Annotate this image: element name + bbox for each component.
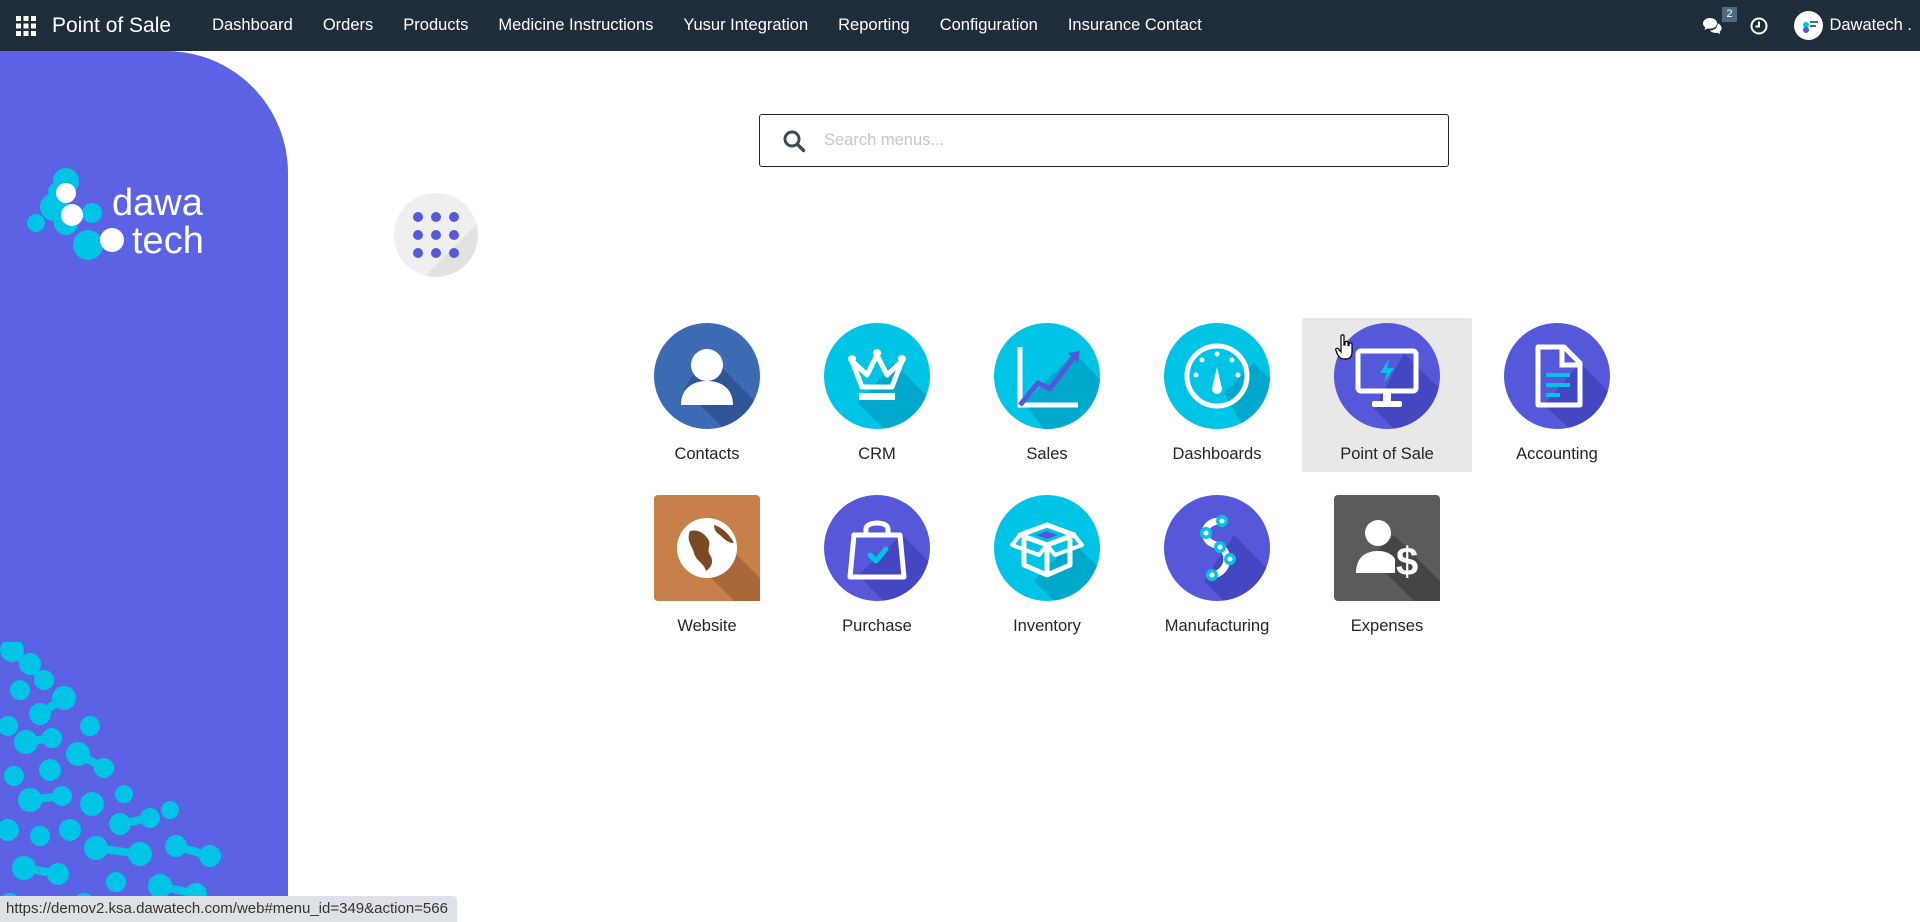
app-label: Manufacturing xyxy=(1164,617,1270,635)
gauge-icon xyxy=(1164,323,1270,429)
app-label: Sales xyxy=(1026,445,1068,463)
contacts-icon xyxy=(654,323,760,429)
globe-icon xyxy=(654,495,760,601)
logo-text-line2: tech xyxy=(132,220,204,262)
app-label: Contacts xyxy=(674,445,740,463)
app-website[interactable]: Website xyxy=(622,490,792,644)
menu-reporting[interactable]: Reporting xyxy=(823,0,925,51)
app-contacts[interactable]: Contacts xyxy=(622,318,792,472)
app-label: Point of Sale xyxy=(1340,445,1434,463)
app-label: Website xyxy=(677,617,737,635)
app-purchase[interactable]: Purchase xyxy=(792,490,962,644)
app-label: Inventory xyxy=(1013,617,1081,635)
menu-configuration[interactable]: Configuration xyxy=(925,0,1053,51)
app-label: Dashboards xyxy=(1172,445,1262,463)
search-icon xyxy=(783,130,806,152)
activity-button[interactable] xyxy=(1750,17,1768,35)
svg-text:$: $ xyxy=(1396,540,1418,584)
box-icon xyxy=(994,495,1100,601)
decorative-dots-pattern xyxy=(0,642,236,922)
search-input[interactable] xyxy=(822,130,1448,151)
menu-medicine-instructions[interactable]: Medicine Instructions xyxy=(483,0,668,51)
app-label: Expenses xyxy=(1350,617,1424,635)
app-grid: Contacts CRM Sales Dashboards Point of S… xyxy=(622,318,1610,644)
avatar xyxy=(1794,11,1824,40)
person-dollar-icon: $ xyxy=(1334,495,1440,601)
logo-text-line1: dawa xyxy=(112,182,204,224)
menu-search-box[interactable] xyxy=(759,114,1449,167)
app-label: Accounting xyxy=(1516,445,1598,463)
app-brand[interactable]: Point of Sale xyxy=(52,14,171,38)
menu-yusur-integration[interactable]: Yusur Integration xyxy=(668,0,823,51)
user-name: Dawatech . xyxy=(1829,16,1912,34)
clock-icon xyxy=(1750,17,1768,34)
app-label: Purchase xyxy=(842,617,912,635)
app-manufacturing[interactable]: Manufacturing xyxy=(1132,490,1302,644)
user-menu[interactable]: Dawatech . xyxy=(1794,11,1912,40)
messages-button[interactable]: 2 xyxy=(1702,6,1737,36)
menu-dashboard[interactable]: Dashboard xyxy=(197,0,308,51)
company-logo-icon xyxy=(1802,20,1818,33)
app-dashboards[interactable]: Dashboards xyxy=(1132,318,1302,472)
dots-loader-icon xyxy=(413,212,478,277)
apps-menu-button[interactable] xyxy=(0,0,52,51)
document-icon xyxy=(1504,323,1610,429)
systray: 2 Dawatech . xyxy=(1702,0,1920,51)
app-inventory[interactable]: Inventory xyxy=(962,490,1132,644)
branding-panel: dawa tech xyxy=(0,51,288,922)
app-crm[interactable]: CRM xyxy=(792,318,962,472)
hand-cursor-icon xyxy=(1335,334,1353,360)
app-label: CRM xyxy=(858,445,896,463)
shopping-bag-icon xyxy=(824,495,930,601)
app-point-of-sale[interactable]: Point of Sale xyxy=(1302,318,1472,472)
app-accounting[interactable]: Accounting xyxy=(1472,318,1642,472)
crown-icon xyxy=(824,323,930,429)
menu-orders[interactable]: Orders xyxy=(308,0,388,51)
menu-products[interactable]: Products xyxy=(388,0,483,51)
app-sales[interactable]: Sales xyxy=(962,318,1132,472)
messages-count-badge: 2 xyxy=(1722,6,1737,22)
loading-indicator xyxy=(394,193,478,277)
dawatech-logo: dawa tech xyxy=(27,168,204,262)
top-navbar: Point of Sale Dashboard Orders Products … xyxy=(0,0,1920,51)
nodes-icon xyxy=(1164,495,1270,601)
chat-icon xyxy=(1703,17,1723,34)
menu-insurance-contact[interactable]: Insurance Contact xyxy=(1053,0,1217,51)
app-expenses[interactable]: $ Expenses xyxy=(1302,490,1472,644)
grid-icon xyxy=(16,15,36,36)
status-bar-url: https://demov2.ksa.dawatech.com/web#menu… xyxy=(0,896,457,922)
sales-chart-icon xyxy=(994,323,1100,429)
